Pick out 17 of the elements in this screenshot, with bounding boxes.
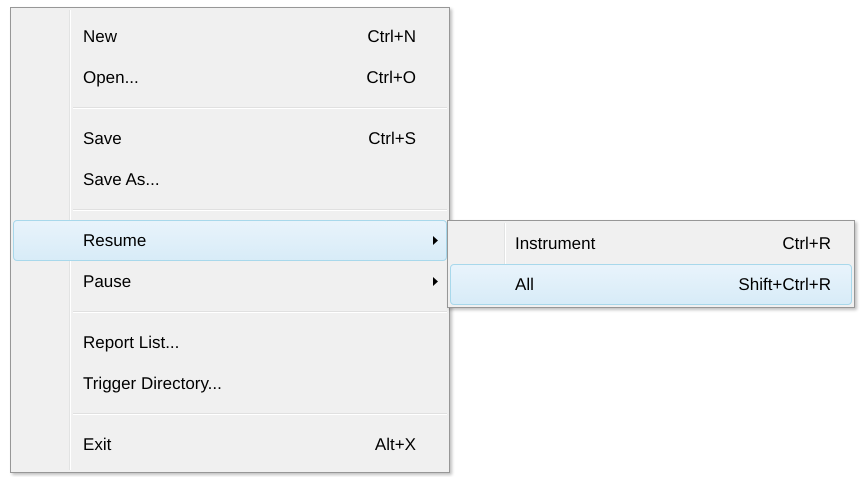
- shortcut-label: Shift+Ctrl+R: [738, 274, 831, 296]
- shortcut-label: Alt+X: [374, 434, 416, 456]
- shortcut-label: Ctrl+O: [366, 66, 416, 89]
- menu-item[interactable]: Exit Alt+X: [13, 424, 447, 465]
- shortcut-label: Ctrl+S: [368, 128, 416, 150]
- menu-item[interactable]: Save Ctrl+S: [13, 118, 447, 159]
- menu-item[interactable]: Pause: [13, 261, 447, 302]
- menu-item[interactable]: Resume: [13, 220, 447, 261]
- menu-item[interactable]: Open... Ctrl+O: [13, 57, 447, 98]
- menu-item[interactable]: Save As...: [13, 159, 447, 200]
- menu-item[interactable]: Report List...: [13, 322, 447, 363]
- menu-item[interactable]: All Shift+Ctrl+R: [450, 264, 852, 305]
- menu-item[interactable]: Trigger Directory...: [13, 363, 447, 404]
- menu-item[interactable]: Instrument Ctrl+R: [450, 223, 852, 264]
- shortcut-label: Ctrl+R: [782, 232, 831, 255]
- shortcut-label: Ctrl+N: [367, 26, 416, 48]
- menu-item[interactable]: New Ctrl+N: [13, 16, 447, 57]
